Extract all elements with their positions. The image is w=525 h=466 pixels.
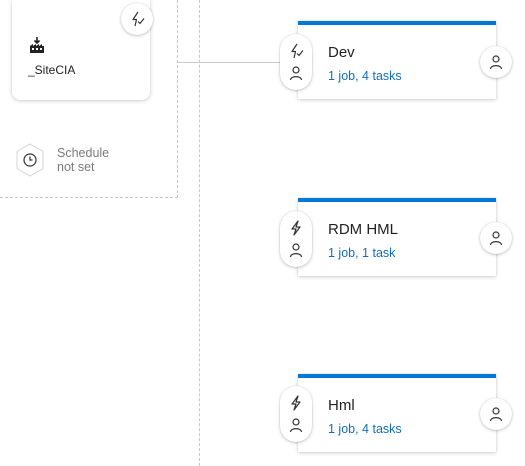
stage-card-hml[interactable]: Hml 1 job, 4 tasks [298,374,496,452]
stage-name: Hml [328,397,355,414]
continuous-deployment-trigger-icon [132,11,145,27]
stage-name: RDM HML [328,221,398,238]
continuous-deployment-trigger-button[interactable] [121,3,153,35]
stages-area-border [199,0,200,466]
build-artifact-icon [30,37,44,53]
person-icon [489,55,503,70]
stage-name: Dev [328,44,355,61]
artifacts-area-border-bottom [0,197,178,198]
clock-icon[interactable] [15,143,45,177]
stage-jobs-link[interactable]: 1 job, 1 task [328,246,395,260]
pipeline-connector [178,62,280,63]
person-icon[interactable] [288,65,304,81]
lightning-icon[interactable] [288,395,304,411]
pre-deployment-conditions [280,211,312,267]
post-deployment-approvals-button[interactable] [480,222,512,254]
pre-deployment-conditions [280,386,312,442]
stage-jobs-link[interactable]: 1 job, 4 tasks [328,69,402,83]
person-icon[interactable] [288,242,304,258]
person-icon [489,231,503,246]
post-deployment-approvals-button[interactable] [480,398,512,430]
stage-card-rdm-hml[interactable]: RDM HML 1 job, 1 task [298,198,496,276]
artifact-name: _SiteCIA [28,63,76,77]
schedule-label: Schedule [57,146,110,160]
stage-jobs-link[interactable]: 1 job, 4 tasks [328,422,402,436]
artifacts-area-border [177,0,178,198]
pre-deployment-conditions [280,34,312,90]
stage-card-dev[interactable]: Dev 1 job, 4 tasks [298,21,496,99]
person-icon[interactable] [288,417,304,433]
schedule-status[interactable]: Schedule not set [57,146,109,174]
schedule-value: not set [57,160,95,174]
person-icon [489,407,503,422]
trigger-enabled-icon[interactable] [288,43,304,59]
post-deployment-approvals-button[interactable] [480,46,512,78]
lightning-icon[interactable] [288,220,304,236]
